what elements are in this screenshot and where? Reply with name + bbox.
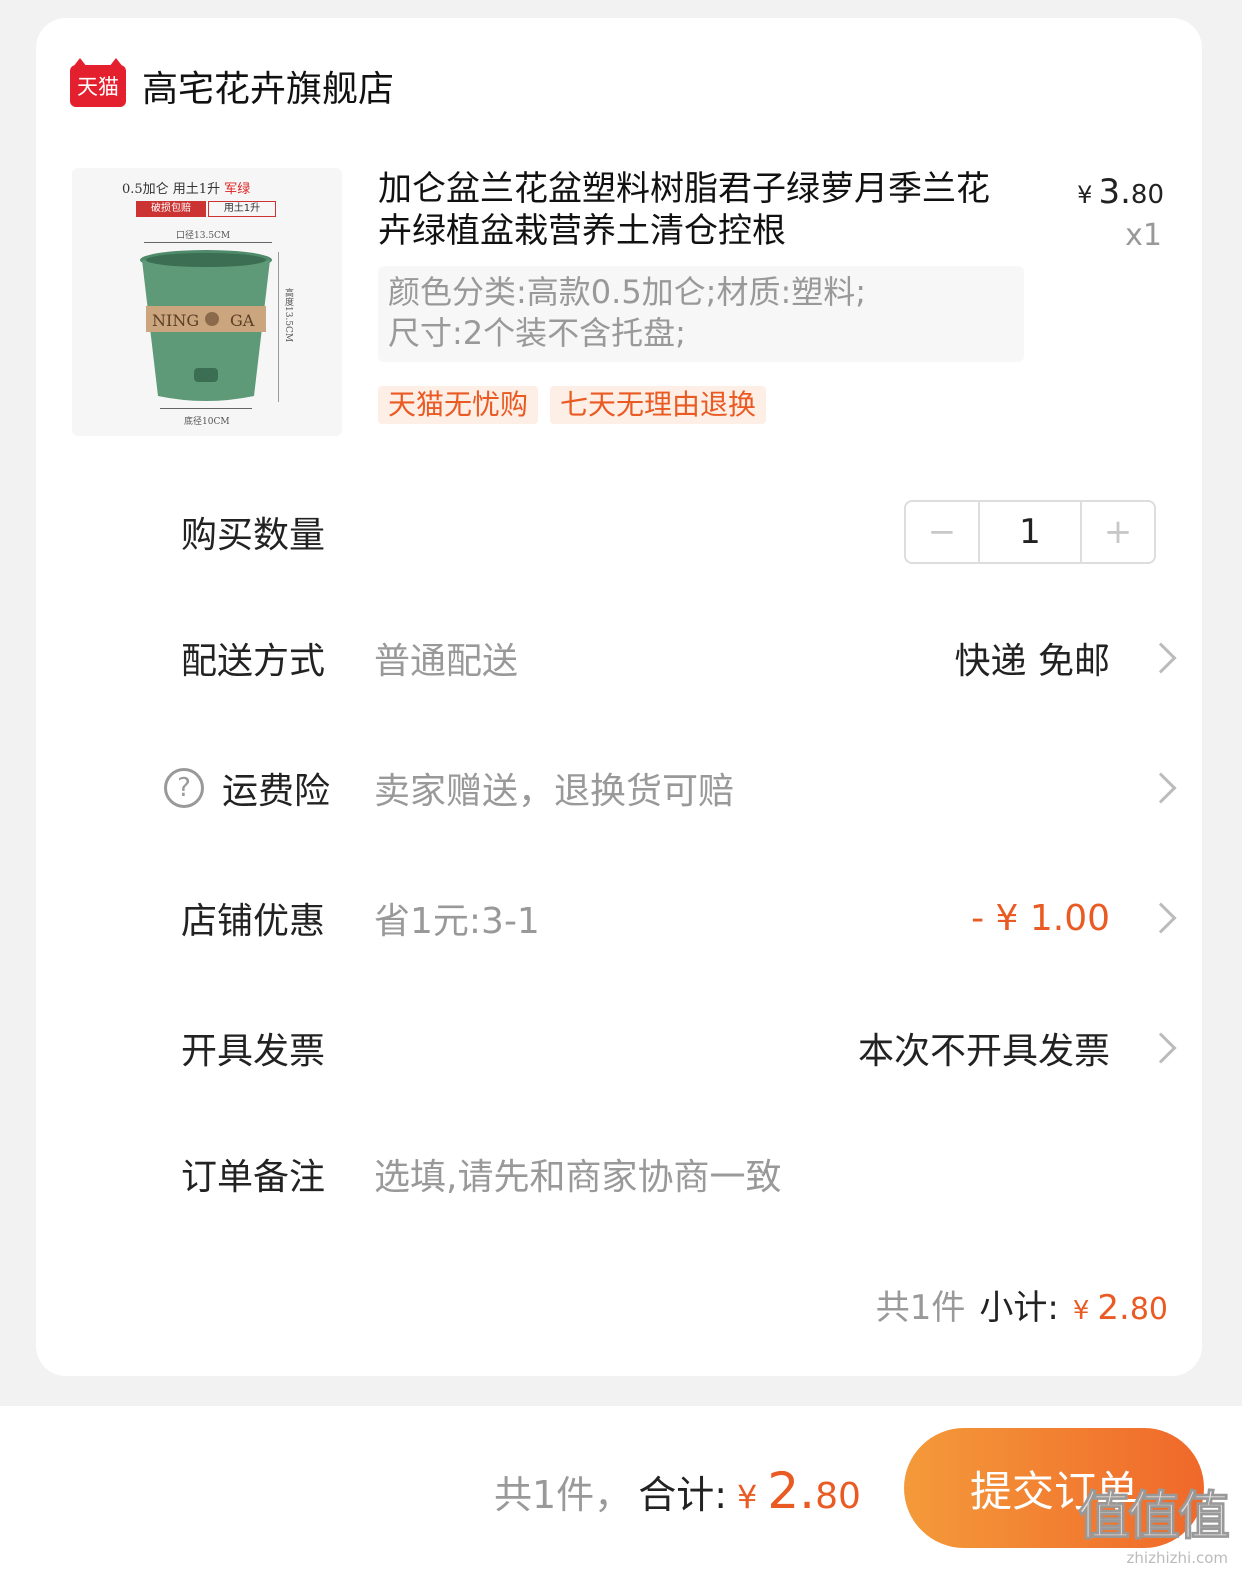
total-label: 合计: [638, 1473, 727, 1517]
note-row: 订单备注 选填,请先和商家协商一致 [36, 1144, 1202, 1204]
shop-header[interactable]: 天猫 高宅花卉旗舰店 [70, 58, 394, 112]
delivery-method: 快递 免邮 [954, 641, 1110, 682]
image-dimension: 口径13.5CM [176, 231, 231, 241]
watermark-logo: 值值值 [1077, 1487, 1230, 1548]
chevron-right-icon [1145, 902, 1177, 934]
delivery-value: 普通配送 [374, 641, 519, 682]
chevron-right-icon [1145, 1032, 1177, 1064]
image-tag: 用土1升 [208, 201, 276, 217]
watermark: 值值值 zhizhizhi.com [1077, 1474, 1230, 1568]
service-tag: 天猫无忧购 [378, 386, 539, 424]
quantity-label: 购买数量 [181, 515, 326, 556]
decrement-button[interactable]: − [906, 502, 978, 562]
delivery-row[interactable]: 配送方式 普通配送 快递 免邮 [36, 628, 1202, 688]
insurance-label: 运费险 [222, 771, 331, 812]
product-title[interactable]: 加仑盆兰花盆塑料树脂君子绿萝月季兰花卉绿植盆栽营养土清仓控根 [378, 168, 1018, 252]
sku-line: 尺寸:2个装不含托盘; [388, 314, 686, 352]
quantity-input[interactable]: 1 [978, 502, 1082, 562]
invoice-row[interactable]: 开具发票 本次不开具发票 [36, 1018, 1202, 1078]
dimension-line [160, 408, 252, 409]
total: 共1件， 合计: ¥2.80 [494, 1462, 861, 1520]
subtotal-amount: ¥2.80 [1072, 1288, 1168, 1328]
flower-pot-icon: NING GA [140, 250, 272, 401]
product-price: ¥3.80 [1077, 172, 1164, 212]
quantity-stepper[interactable]: − 1 + [904, 500, 1156, 564]
subtotal-count: 共1件 [875, 1288, 966, 1328]
subtotal: 共1件 小计: ¥2.80 [876, 1280, 1168, 1329]
image-tag: 破损包赔 [136, 201, 206, 217]
invoice-value: 本次不开具发票 [857, 1031, 1110, 1072]
sku-selector[interactable]: 颜色分类:高款0.5加仑;材质:塑料; 尺寸:2个装不含托盘; [378, 266, 1024, 362]
chevron-right-icon [1145, 772, 1177, 804]
image-dimension: 高度13.5CM [283, 288, 293, 343]
dimension-line [144, 242, 272, 243]
total-count: 共1件， [494, 1473, 633, 1517]
product-image[interactable]: 0.5加仑 用土1升 军绿 破损包赔 用土1升 口径13.5CM 高度13.5C… [72, 168, 342, 436]
note-label: 订单备注 [181, 1157, 326, 1198]
sku-line: 颜色分类:高款0.5加仑;材质:塑料; [388, 273, 867, 311]
service-tags: 天猫无忧购 七天无理由退换 [378, 386, 767, 424]
note-input[interactable]: 选填,请先和商家协商一致 [374, 1148, 781, 1200]
tmall-logo-icon: 天猫 [70, 58, 126, 107]
checkout-bar: 共1件， 合计: ¥2.80 提交订单 值值值 zhizhizhi.com [0, 1406, 1242, 1573]
svg-text:NING: NING [152, 311, 199, 330]
image-dimension: 底径10CM [184, 417, 230, 427]
increment-button[interactable]: + [1082, 502, 1154, 562]
delivery-label: 配送方式 [181, 641, 326, 682]
discount-amount: - ¥ 1.00 [971, 897, 1110, 939]
product-quantity: x1 [1125, 218, 1162, 253]
service-tag: 七天无理由退换 [550, 386, 767, 424]
help-icon[interactable]: ? [164, 768, 204, 808]
image-caption: 0.5加仑 用土1升 军绿 [122, 182, 251, 197]
insurance-row[interactable]: ? 运费险 卖家赠送，退换货可赔 [36, 758, 1202, 818]
discount-label: 店铺优惠 [181, 901, 326, 942]
insurance-value: 卖家赠送，退换货可赔 [374, 771, 735, 812]
svg-text:GA: GA [230, 311, 255, 330]
subtotal-label: 小计: [979, 1288, 1059, 1328]
watermark-url: zhizhizhi.com [1126, 1549, 1228, 1567]
discount-value: 省1元:3-1 [374, 901, 540, 942]
total-amount: ¥2.80 [737, 1462, 861, 1520]
discount-row[interactable]: 店铺优惠 省1元:3-1 - ¥ 1.00 [36, 888, 1202, 948]
invoice-label: 开具发票 [181, 1031, 326, 1072]
shop-name[interactable]: 高宅花卉旗舰店 [142, 60, 394, 112]
dimension-line [278, 252, 279, 402]
chevron-right-icon [1145, 642, 1177, 674]
order-card: 天猫 高宅花卉旗舰店 0.5加仑 用土1升 军绿 破损包赔 用土1升 口径13.… [36, 18, 1202, 1376]
